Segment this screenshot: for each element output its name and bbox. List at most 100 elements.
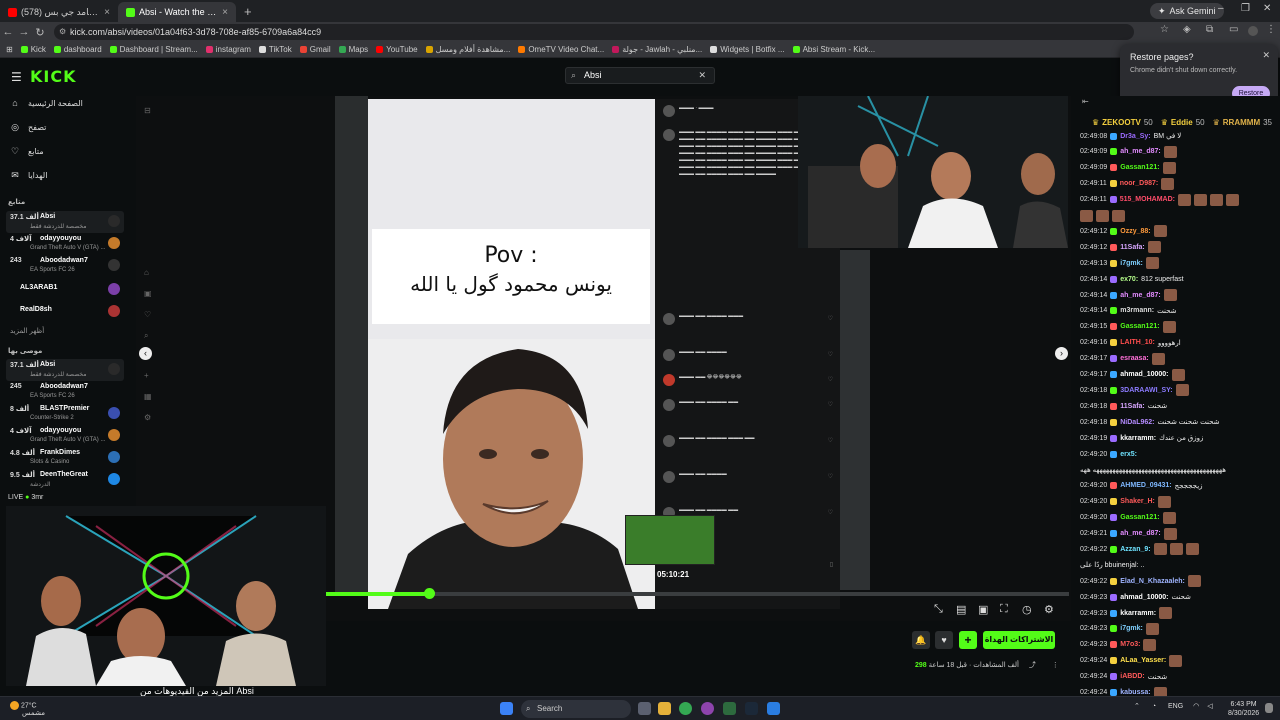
like-icon[interactable]: ♡	[828, 437, 833, 444]
chevron-right-icon[interactable]: ›	[1055, 347, 1068, 360]
chevron-left-icon[interactable]: ‹	[139, 347, 152, 360]
chat-message[interactable]: 02:49:16 LAITH_10: ارهوووو	[1080, 336, 1275, 350]
bookmark-item[interactable]: مشاهدة أفلام ومسل...	[425, 45, 510, 54]
like-icon[interactable]: ♡	[828, 315, 833, 322]
browse-rail-icon[interactable]: ▣	[144, 289, 152, 298]
task-view-icon[interactable]	[638, 702, 651, 715]
apps-icon[interactable]: ⊞	[6, 45, 13, 54]
extension-icon[interactable]: ◈	[1183, 24, 1191, 35]
chat-username[interactable]: LAITH_10:	[1120, 339, 1155, 346]
theater-mode-icon[interactable]: ▣	[978, 603, 988, 616]
chat-message[interactable]: 02:49:24 iABDD: شحنت	[1080, 670, 1275, 684]
channel-item-odayyouyou[interactable]: 4 آلاف odayyouyou Grand Theft Auto V (GT…	[6, 233, 124, 255]
chat-message[interactable]: 02:49:11 noor_D987:	[1080, 177, 1275, 191]
chat-username[interactable]: Dr3a_Sy:	[1120, 133, 1150, 140]
chat-message[interactable]: 02:49:23 i7gmk:	[1080, 622, 1275, 636]
chat-message[interactable]: 02:49:12 11Safa:	[1080, 240, 1275, 254]
chat-message[interactable]: 02:49:20 Gassan121:	[1080, 511, 1275, 525]
wifi-icon[interactable]: ◠	[1193, 703, 1199, 710]
ask-gemini-button[interactable]: ✦ Ask Gemini	[1150, 3, 1224, 19]
extensions-puzzle-icon[interactable]: ⧉	[1206, 24, 1213, 35]
windows-start-icon[interactable]	[500, 702, 513, 715]
bookmark-item[interactable]: TikTok	[258, 45, 292, 54]
channel-item-frankdimes[interactable]: 4.8 ألف FrankDimes Slots & Casino	[6, 447, 124, 469]
bookmark-item[interactable]: Maps	[338, 45, 368, 54]
kick-logo[interactable]: KICK	[30, 67, 77, 86]
channel-item-absi[interactable]: 37.1 ألف Absi مخصصة للدردشة فقط	[6, 359, 124, 381]
bookmark-item[interactable]: dashboard	[53, 45, 102, 54]
like-icon[interactable]: ♡	[828, 351, 833, 358]
more-options-icon[interactable]: ⋮	[1052, 662, 1059, 669]
nav-following[interactable]: ♡ متابع	[10, 146, 44, 157]
chat-message[interactable]: 02:49:17 ahmad_10000:	[1080, 368, 1275, 382]
clip-icon[interactable]: ▤	[956, 603, 966, 616]
show-more-link[interactable]: أظهر المزيد	[10, 327, 44, 335]
minimize-icon[interactable]: –	[1218, 3, 1224, 14]
playback-speed-icon[interactable]: ◷	[1022, 603, 1032, 616]
chat-message[interactable]: 02:49:22 Elad_N_Khazaaleh:	[1080, 574, 1275, 588]
sidebar-icon[interactable]: ▭	[1229, 24, 1238, 35]
nav-gifts[interactable]: ✉ الهدايا	[10, 170, 47, 181]
chat-username[interactable]: ah_me_d87:	[1120, 148, 1160, 155]
chat-message[interactable]: 02:49:08 Dr3a_Sy: BM لا في	[1080, 129, 1275, 143]
channel-item-absi[interactable]: 37.1 ألف Absi مخصصة للدردشة فقط	[6, 211, 124, 233]
chat-username[interactable]: NiDaL962:	[1120, 419, 1154, 426]
fullscreen-icon[interactable]: ⛶	[1000, 603, 1008, 616]
chat-message[interactable]: 02:49:14 m3rmann: شحنت	[1080, 304, 1275, 318]
like-icon[interactable]: ♡	[828, 473, 833, 480]
chat-message[interactable]: 02:49:18 11Safa: شحنت	[1080, 399, 1275, 413]
channel-item-reald8sh[interactable]: RealD8sh	[6, 301, 124, 323]
search-input[interactable]: ⌕ Absi ✕	[565, 67, 715, 84]
chat-username[interactable]: kabussa:	[1120, 689, 1150, 696]
chat-username[interactable]: AHMED_09431:	[1120, 482, 1171, 489]
chat-username[interactable]: Azzan_9:	[1120, 546, 1150, 553]
excel-icon[interactable]	[723, 702, 736, 715]
close-window-icon[interactable]: ✕	[1263, 3, 1271, 14]
tab-kick[interactable]: Absi - Watch the VOD on Kick ×	[118, 2, 236, 22]
channel-item-odayyouyou[interactable]: 4 آلاف odayyouyou Grand Theft Auto V (GT…	[6, 425, 124, 447]
weather-widget[interactable]: 27°C مشمس	[10, 701, 45, 718]
channel-item-blastpremier[interactable]: 8 ألف BLASTPremier Counter-Strike 2	[6, 403, 124, 425]
settings-rail-icon[interactable]: ⚙	[144, 413, 151, 422]
chat-username[interactable]: Gassan121:	[1120, 514, 1159, 521]
chat-username[interactable]: Gassan121:	[1120, 323, 1159, 330]
menu-dots-icon[interactable]: ⋮	[1266, 24, 1276, 35]
share-icon[interactable]: ⤴	[1029, 662, 1036, 669]
bookmark-item[interactable]: OmeTV Video Chat...	[518, 45, 604, 54]
steam-icon[interactable]	[745, 702, 758, 715]
chat-message[interactable]: ردًا على bbuinenjal: ..	[1080, 558, 1275, 572]
taskbar-search[interactable]: ⌕ Search	[521, 700, 631, 718]
gifter-item[interactable]: ♛ ZEKOOTV 50	[1092, 118, 1153, 127]
chat-message[interactable]: 02:49:18 3DARAAWI_SY:	[1080, 383, 1275, 397]
chat-message[interactable]: هههههههههههههههههههههههههههههههههههههههه…	[1080, 463, 1275, 477]
language-indicator[interactable]: ENG	[1168, 703, 1183, 710]
chat-message[interactable]	[1080, 209, 1275, 223]
search-rail-icon[interactable]: ⌕	[144, 331, 148, 341]
chat-username[interactable]: kkarramm:	[1120, 610, 1156, 617]
network-icon[interactable]: ◔	[1152, 703, 1156, 710]
chat-message[interactable]: 02:49:21 ah_me_d87:	[1080, 527, 1275, 541]
bell-icon[interactable]: 🔔	[912, 631, 930, 649]
gifter-item[interactable]: ♛ RRAMMM 35	[1213, 118, 1272, 127]
profile-avatar[interactable]	[1248, 26, 1258, 36]
volume-icon[interactable]: ◁	[1207, 703, 1212, 710]
chat-message[interactable]: 02:49:19 kkarramm: زوزق من عندك	[1080, 431, 1275, 445]
channel-item-aboodadwan7[interactable]: 245 Aboodadwan7 EA Sports FC 26	[6, 381, 124, 403]
chat-message[interactable]: 02:49:11 515_MOHAMAD:	[1080, 193, 1275, 207]
chat-message[interactable]: 02:49:24 ALaa_Yasser:	[1080, 654, 1275, 668]
chat-message[interactable]: 02:49:09 Gassan121:	[1080, 161, 1275, 175]
chat-username[interactable]: noor_D987:	[1120, 180, 1159, 187]
bookmark-item[interactable]: جولة - Jawlah - منلبي...	[612, 45, 702, 54]
bookmark-item[interactable]: YouTube	[376, 45, 418, 54]
chat-message[interactable]: 02:49:20 erx5:	[1080, 447, 1275, 461]
like-icon[interactable]: ♡	[828, 509, 833, 516]
channel-item-deenthegreat[interactable]: 9.5 ألف DeenTheGreat الدردشة	[6, 469, 124, 491]
close-icon[interactable]: ×	[222, 7, 228, 18]
reload-icon[interactable]: ↻	[32, 26, 48, 39]
chat-username[interactable]: 11Safa:	[1120, 403, 1145, 410]
follow-button[interactable]: +	[959, 631, 977, 649]
chat-message[interactable]: 02:49:09 ah_me_d87:	[1080, 145, 1275, 159]
clear-search-icon[interactable]: ✕	[698, 68, 706, 83]
chat-username[interactable]: Gassan121:	[1120, 164, 1159, 171]
chat-message[interactable]: 02:49:23 M7o3:	[1080, 638, 1275, 652]
